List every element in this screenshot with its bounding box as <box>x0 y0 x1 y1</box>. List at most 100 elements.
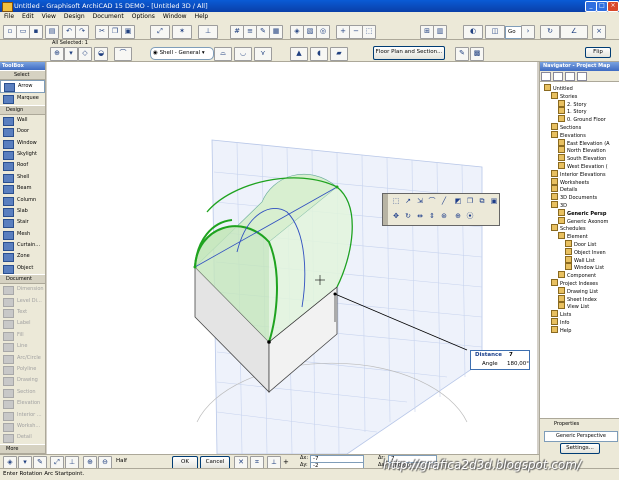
3d-scene[interactable] <box>47 62 537 454</box>
tool-column[interactable]: Column <box>0 195 45 206</box>
menu-options[interactable]: Options <box>128 12 159 22</box>
3d-navigation-icon[interactable]: ◫ <box>485 25 505 39</box>
tool-dimension[interactable]: Dimension <box>0 284 45 296</box>
tree-item[interactable]: 3D Documents <box>551 193 597 201</box>
tool-text[interactable]: Text <box>0 307 45 319</box>
tool-fill[interactable]: Fill <box>0 330 45 341</box>
tool-interior[interactable]: Interior ... <box>0 410 45 421</box>
tree-item[interactable]: North Elevation <box>558 146 606 154</box>
pet-mirror-icon[interactable]: ⇹ <box>415 211 425 221</box>
tree-item[interactable]: Generic Axonom <box>558 216 608 225</box>
tree-item[interactable]: 0. Ground Floor <box>558 115 606 123</box>
undo-icon[interactable]: ↶ <box>62 25 76 39</box>
tree-item[interactable]: Component <box>558 271 596 279</box>
tree-item[interactable]: 1. Story <box>558 107 587 115</box>
tree-item[interactable]: Elevations <box>551 130 586 139</box>
properties-label[interactable]: Properties <box>554 421 579 427</box>
menu-document[interactable]: Document <box>89 12 128 22</box>
ruled-shell-icon[interactable]: ⋎ <box>254 47 272 61</box>
pet-copy-icon[interactable]: ❐ <box>465 196 475 206</box>
pet-fillet-icon[interactable]: ◩ <box>453 196 463 206</box>
tool-door[interactable]: Door <box>0 126 45 138</box>
tree-item[interactable]: West Elevation ( <box>558 162 608 170</box>
pet-drag-copy-icon[interactable]: ⊛ <box>439 211 449 221</box>
hole-icon[interactable]: ◖ <box>310 47 328 61</box>
save-icon[interactable]: ▪ <box>29 25 43 39</box>
pet-rotate-icon[interactable]: ↻ <box>403 211 413 221</box>
tool-detail[interactable]: Detail <box>0 432 45 444</box>
tree-item[interactable]: Schedules <box>551 224 586 232</box>
close-button[interactable]: × <box>607 1 619 12</box>
tool-drawing[interactable]: Drawing <box>0 375 45 387</box>
pet-push-pull-icon[interactable]: ⇲ <box>415 196 425 206</box>
pet-offset-icon[interactable]: ⬚ <box>391 196 401 206</box>
tool-roof[interactable]: Roof <box>0 160 45 172</box>
pet-move-icon[interactable]: ✥ <box>391 211 401 221</box>
tool-wall[interactable]: Wall <box>0 115 45 126</box>
tool-arc-circle[interactable]: Arc/Circle <box>0 353 45 364</box>
layout-book-icon[interactable] <box>565 72 575 81</box>
menu-window[interactable]: Window <box>159 12 191 22</box>
walk-icon[interactable]: › <box>521 25 535 39</box>
print-icon[interactable]: ▤ <box>45 25 59 39</box>
cut-icon[interactable]: ✂ <box>95 25 109 39</box>
fit-window-icon[interactable]: ⬚ <box>362 25 376 39</box>
magic-wand-icon[interactable]: ✶ <box>172 25 192 39</box>
grid-snap-icon[interactable]: # <box>230 25 244 39</box>
tree-item[interactable]: Object Inven <box>565 247 606 256</box>
publisher-icon[interactable] <box>577 72 587 81</box>
tool-level-di[interactable]: Level Di... <box>0 296 45 307</box>
menu-file[interactable]: File <box>0 12 18 22</box>
extruded-shell-icon[interactable]: ⌓ <box>214 47 232 61</box>
redo-icon[interactable]: ↷ <box>75 25 89 39</box>
shell-favorite-combo[interactable]: ◉ Shell - General ▾ <box>150 47 214 60</box>
tool-polyline[interactable]: Polyline <box>0 364 45 375</box>
open-file-icon[interactable]: ▭ <box>16 25 30 39</box>
pet-elevate-icon[interactable]: ⇕ <box>427 211 437 221</box>
elevation-icon[interactable]: ▦ <box>269 25 283 39</box>
new-file-icon[interactable]: ▫ <box>3 25 17 39</box>
tool-curtain[interactable]: Curtain... <box>0 240 45 252</box>
tree-item[interactable]: View List <box>558 302 589 310</box>
layer-icon[interactable]: ◇ <box>78 47 92 61</box>
tracker-angle-value[interactable]: 180,00° <box>507 361 529 367</box>
select-section[interactable]: Select <box>0 70 45 80</box>
project-map-icon[interactable] <box>541 72 551 81</box>
tool-worksh[interactable]: Worksh... <box>0 421 45 432</box>
tool-mesh[interactable]: Mesh <box>0 229 45 240</box>
design-section[interactable]: Design <box>0 104 45 115</box>
3d-window-icon[interactable]: ◈ <box>290 25 304 39</box>
shell-geometry-icon[interactable]: ◒ <box>94 47 108 61</box>
zoom-level[interactable]: Half <box>114 456 138 467</box>
tool-elevation[interactable]: Elevation <box>0 398 45 410</box>
tool-window[interactable]: Window <box>0 138 45 149</box>
tree-item[interactable]: Generic Persp <box>558 208 606 217</box>
flip-button[interactable]: Flip <box>585 47 611 58</box>
tool-section[interactable]: Section <box>0 387 45 398</box>
paste-icon[interactable]: ▣ <box>121 25 135 39</box>
pet-rotate-copy-icon[interactable]: ⊕ <box>453 211 463 221</box>
tool-zone[interactable]: Zone <box>0 251 45 263</box>
3d-viewport[interactable] <box>47 62 537 454</box>
zoom-in-icon[interactable]: + <box>336 25 350 39</box>
menu-view[interactable]: View <box>38 12 60 22</box>
more-section[interactable]: More <box>0 443 45 454</box>
thickness-icon[interactable]: ▰ <box>330 47 348 61</box>
slope-icon[interactable]: ∠ <box>560 25 588 39</box>
floor-plan-and-section-button[interactable]: Floor Plan and Section... <box>373 46 445 60</box>
menu-edit[interactable]: Edit <box>18 12 38 22</box>
tree-item[interactable]: Door List <box>565 240 596 248</box>
tree-item[interactable]: Project Indexes <box>551 279 598 287</box>
tree-item[interactable]: Details <box>551 185 577 193</box>
menu-design[interactable]: Design <box>60 12 89 22</box>
tree-item[interactable]: Sections <box>551 123 581 131</box>
tree-item[interactable]: 3D <box>551 201 567 209</box>
tree-item[interactable]: Interior Elevations <box>551 169 606 178</box>
pet-stretch-icon[interactable]: ↗ <box>403 196 413 206</box>
grid-display-icon[interactable]: ⊞ <box>420 25 434 39</box>
tool-arrow[interactable]: Arrow <box>0 80 45 94</box>
drawing-tools-icon[interactable]: ⤢ <box>150 25 170 39</box>
pen-icon[interactable]: ✎ <box>455 47 469 61</box>
pet-multiply-icon[interactable]: ⦿ <box>465 211 475 221</box>
pet-duplicate-icon[interactable]: ⧉ <box>477 196 487 206</box>
